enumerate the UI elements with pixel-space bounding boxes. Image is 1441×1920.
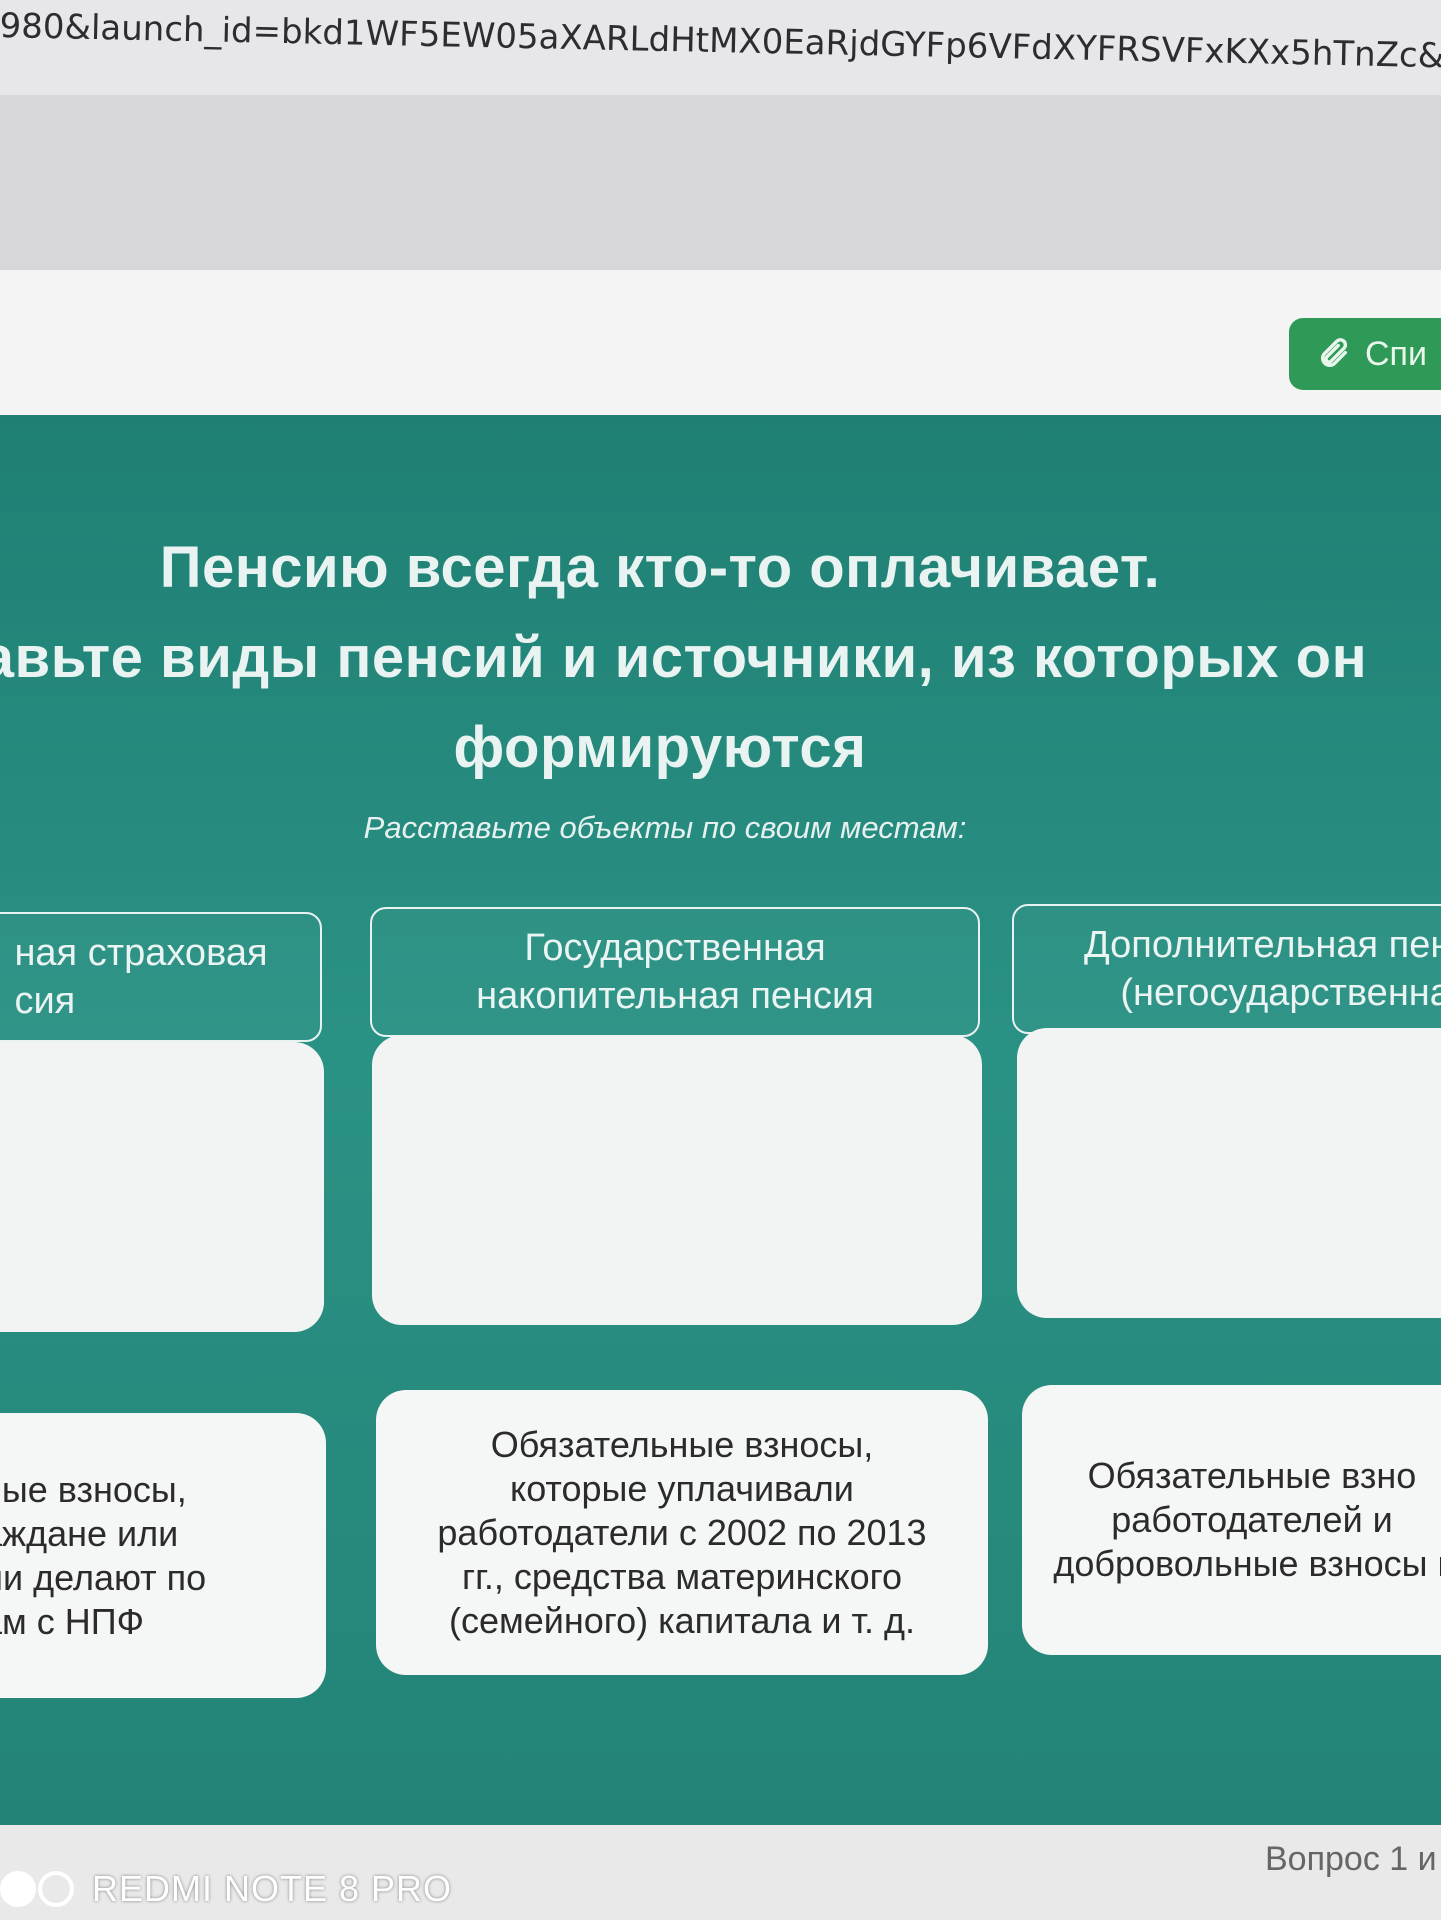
category-label-funded: Государственная накопительная пенсия	[370, 907, 980, 1037]
task-title-line-2: тавьте виды пенсий и источники, из котор…	[0, 625, 1368, 690]
question-counter: Вопрос 1 и	[1265, 1840, 1437, 1878]
card-text-line: добровольные взносы г	[1053, 1543, 1441, 1584]
page-header	[0, 270, 1441, 415]
category-label-line: (негосударственна	[1120, 972, 1441, 1014]
card-text-line: ам с НПФ	[0, 1600, 145, 1642]
browser-toolbar-area	[0, 95, 1441, 270]
card-text-line: гг., средства материнского	[461, 1555, 902, 1597]
card-text-line: ные взносы,	[0, 1468, 187, 1510]
camera-lens-icon	[0, 1871, 74, 1907]
attachments-button-label: Спи	[1365, 334, 1427, 373]
watermark-device-text: REDMI NOTE 8 PRO	[92, 1868, 453, 1909]
source-card-1[interactable]: ные взносы, аждане или ли делают по ам с…	[0, 1413, 326, 1698]
category-label-line: ная страховая	[14, 932, 268, 974]
attachments-button[interactable]: Спи	[1289, 318, 1441, 390]
task-panel: Пенсию всегда кто-то оплачивает. тавьте …	[0, 415, 1441, 1825]
card-text-line: которые уплачивали	[510, 1467, 854, 1509]
card-text-line: (семейного) капитала и т. д.	[448, 1599, 916, 1641]
category-label-line: сия	[14, 980, 76, 1022]
drop-zone-funded[interactable]	[372, 1035, 982, 1325]
camera-watermark: REDMI NOTE 8 PRO	[0, 1868, 452, 1910]
category-label-insurance: ная страховая сия	[0, 912, 322, 1042]
card-text-line: работодателей и	[1111, 1499, 1393, 1540]
address-url-text: 980&launch_id=bkd1WF5EW05aXARLdHtMX0EaRj…	[0, 6, 1441, 81]
source-card-2[interactable]: Обязательные взносы, которые уплачивали …	[376, 1390, 988, 1675]
category-label-additional: Дополнительная пен (негосударственна	[1012, 904, 1441, 1034]
card-text-line: работодатели с 2002 по 2013	[437, 1511, 927, 1553]
category-label-line: накопительная пенсия	[476, 975, 874, 1017]
source-card-3[interactable]: Обязательные взно работодателей и добров…	[1022, 1385, 1441, 1655]
task-title: Пенсию всегда кто-то оплачивает. тавьте …	[0, 523, 1440, 793]
drop-zone-additional[interactable]	[1017, 1028, 1441, 1318]
task-title-line-1: Пенсию всегда кто-то оплачивает.	[159, 535, 1161, 600]
category-label-line: Государственная	[524, 927, 826, 969]
task-title-line-3: формируются	[453, 715, 867, 780]
card-text-line: аждане или	[0, 1512, 179, 1554]
card-text-line: ли делают по	[0, 1556, 207, 1598]
card-text-line: Обязательные взносы,	[490, 1423, 874, 1465]
card-text-line: Обязательные взно	[1087, 1455, 1417, 1496]
category-label-line: Дополнительная пен	[1084, 924, 1441, 966]
task-instruction: Расставьте объекты по своим местам:	[363, 810, 967, 845]
drop-zone-insurance[interactable]	[0, 1042, 324, 1332]
browser-address-bar[interactable]: 980&launch_id=bkd1WF5EW05aXARLdHtMX0EaRj…	[0, 0, 1441, 96]
paperclip-icon	[1320, 338, 1348, 368]
